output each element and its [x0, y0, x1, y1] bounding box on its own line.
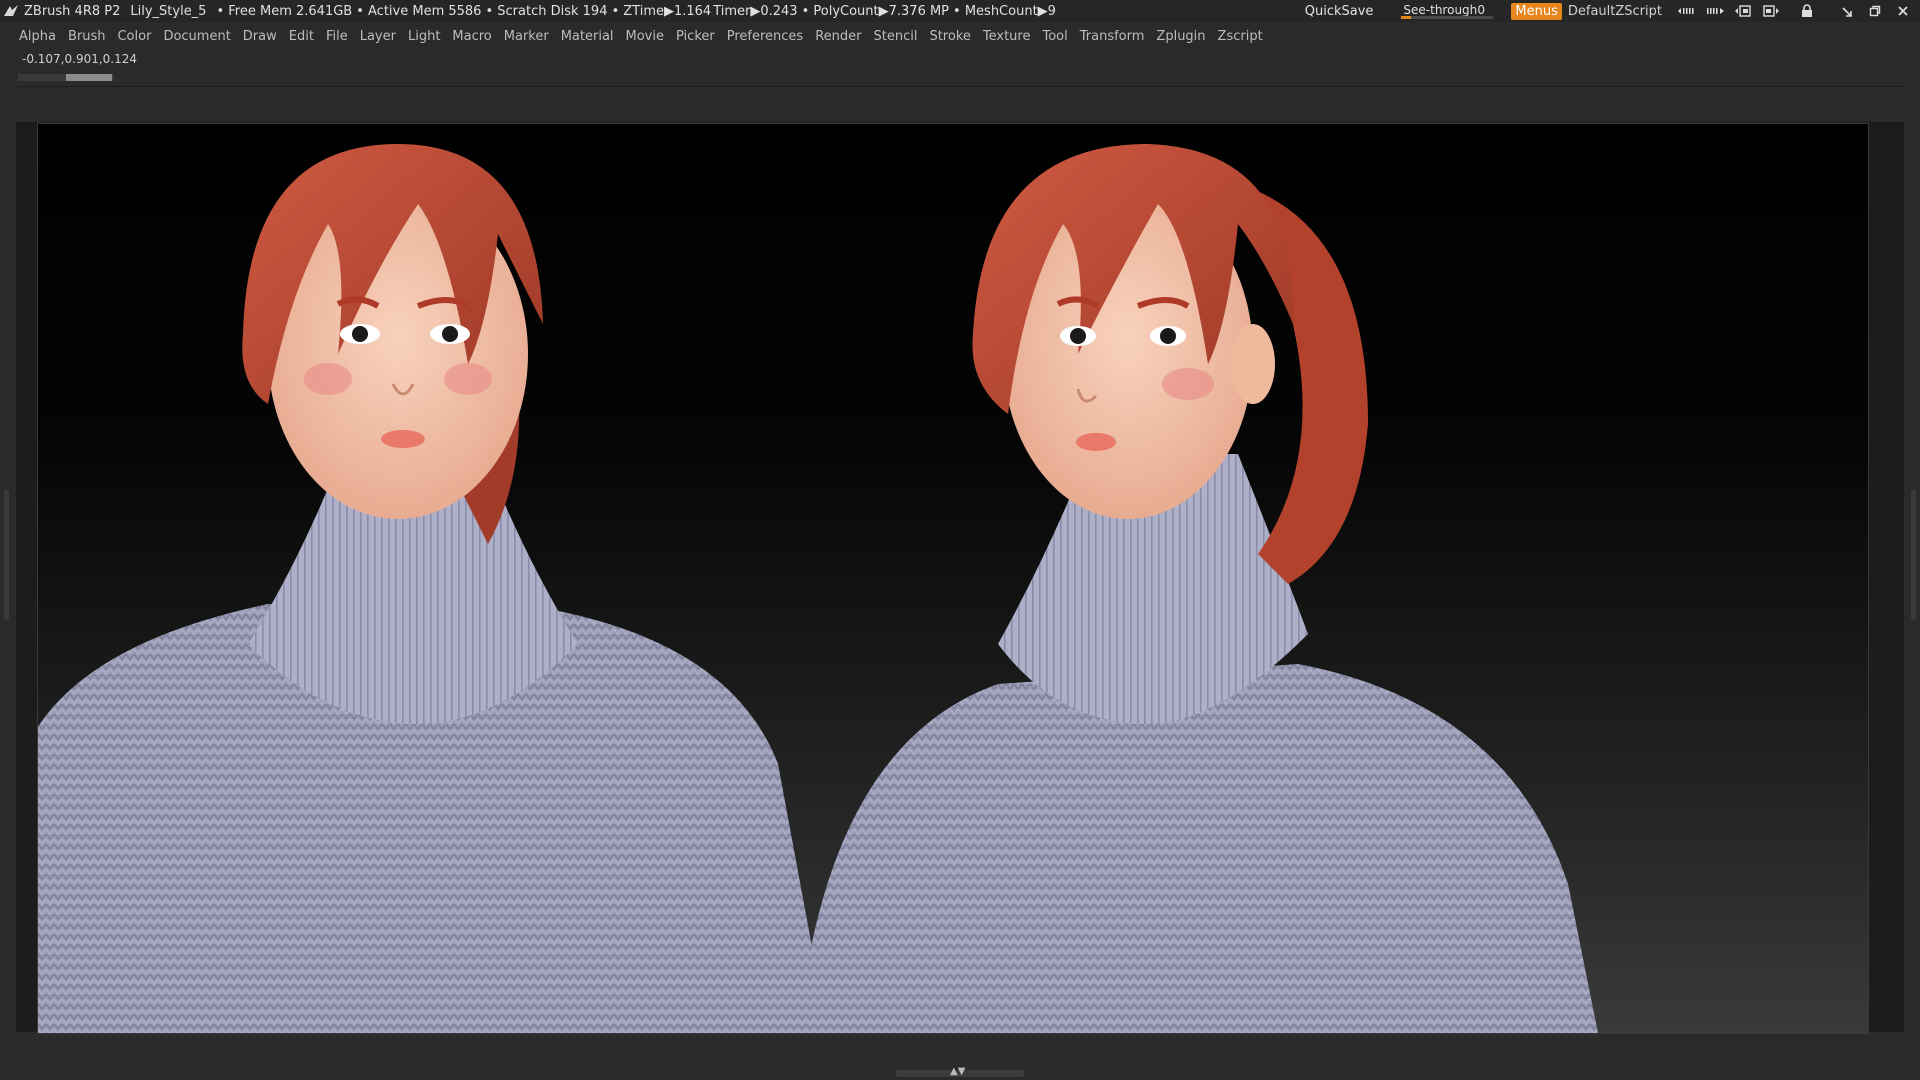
lock-icon[interactable] [1796, 2, 1818, 20]
polycount: • PolyCount▶7.376 MP [801, 3, 950, 19]
menu-marker[interactable]: Marker [498, 29, 555, 44]
zbrush-logo-icon [4, 5, 18, 16]
menu-movie[interactable]: Movie [620, 29, 670, 44]
minimize-icon[interactable] [1836, 2, 1858, 20]
close-icon[interactable] [1892, 2, 1914, 20]
meshcount: • MeshCount▶9 [953, 3, 1056, 19]
scratch-disk: • Scratch Disk 194 • [485, 3, 620, 19]
menu-stencil[interactable]: Stencil [867, 29, 923, 44]
menu-light[interactable]: Light [402, 29, 446, 44]
menu-material[interactable]: Material [555, 29, 620, 44]
quicksave-button[interactable]: QuickSave [1305, 4, 1374, 19]
menu-render[interactable]: Render [809, 29, 867, 44]
ztime: ZTime▶1.164 [623, 3, 712, 19]
menu-macro[interactable]: Macro [446, 29, 497, 44]
right-tray-handle[interactable] [1911, 490, 1916, 620]
menu-picker[interactable]: Picker [670, 29, 721, 44]
layout-left-icon[interactable] [1732, 2, 1754, 20]
menu-alpha[interactable]: Alpha [13, 29, 62, 44]
menu-brush[interactable]: Brush [62, 29, 112, 44]
menu-color[interactable]: Color [111, 29, 157, 44]
titlebar-controls: QuickSave See-through 0 Menus DefaultZSc… [1305, 0, 1920, 22]
project-name: Lily_Style_5 [130, 3, 207, 19]
layout-right-icon[interactable] [1760, 2, 1782, 20]
figure-front-view [38, 144, 828, 1033]
see-through-label: See-through [1403, 3, 1478, 17]
see-through-value: 0 [1477, 3, 1486, 17]
see-through-track[interactable] [1401, 16, 1494, 19]
menu-document[interactable]: Document [157, 29, 236, 44]
figure-three-quarter-view [798, 144, 1598, 1033]
menu-layer[interactable]: Layer [354, 29, 402, 44]
title-bar: ZBrush 4R8 P2 Lily_Style_5 • Free Mem 2.… [0, 0, 1920, 22]
menu-preferences[interactable]: Preferences [721, 29, 809, 44]
free-mem: • Free Mem 2.641GB [216, 3, 353, 19]
cursor-coordinates: -0.107,0.901,0.124 [22, 52, 138, 66]
menu-edit[interactable]: Edit [283, 29, 320, 44]
menu-zscript[interactable]: Zscript [1212, 29, 1269, 44]
menu-zplugin[interactable]: Zplugin [1150, 29, 1211, 44]
menu-draw[interactable]: Draw [237, 29, 283, 44]
active-mem: • Active Mem 5586 [356, 3, 482, 19]
expand-arrows-icon: ▲▼ [950, 1066, 966, 1077]
menu-texture[interactable]: Texture [977, 29, 1037, 44]
main-menu-bar: Alpha Brush Color Document Draw Edit File Layer… [0, 24, 1920, 48]
collapse-right-icon[interactable] [1704, 2, 1726, 20]
left-tray-handle[interactable] [4, 490, 9, 620]
shelf-divider [16, 86, 1904, 87]
timer: Timer▶0.243 [713, 3, 798, 19]
menu-transform[interactable]: Transform [1074, 29, 1151, 44]
menu-file[interactable]: File [320, 29, 354, 44]
restore-icon[interactable] [1864, 2, 1886, 20]
bottom-tray-handle[interactable]: ▲▼ [896, 1066, 1024, 1077]
see-through-slider[interactable]: See-through 0 [1397, 2, 1497, 20]
progress-slider-thumb[interactable] [66, 74, 112, 81]
progress-slider[interactable] [18, 74, 114, 81]
model-render [38, 144, 1598, 1033]
collapse-left-icon[interactable] [1676, 2, 1698, 20]
menu-tool[interactable]: Tool [1036, 29, 1073, 44]
menus-toggle-button[interactable]: Menus [1511, 2, 1562, 20]
menu-stroke[interactable]: Stroke [923, 29, 976, 44]
default-zscript-button[interactable]: DefaultZScript [1568, 4, 1662, 19]
see-through-fill [1401, 16, 1411, 19]
app-title: ZBrush 4R8 P2 [24, 3, 121, 19]
document-canvas[interactable] [37, 123, 1869, 1034]
